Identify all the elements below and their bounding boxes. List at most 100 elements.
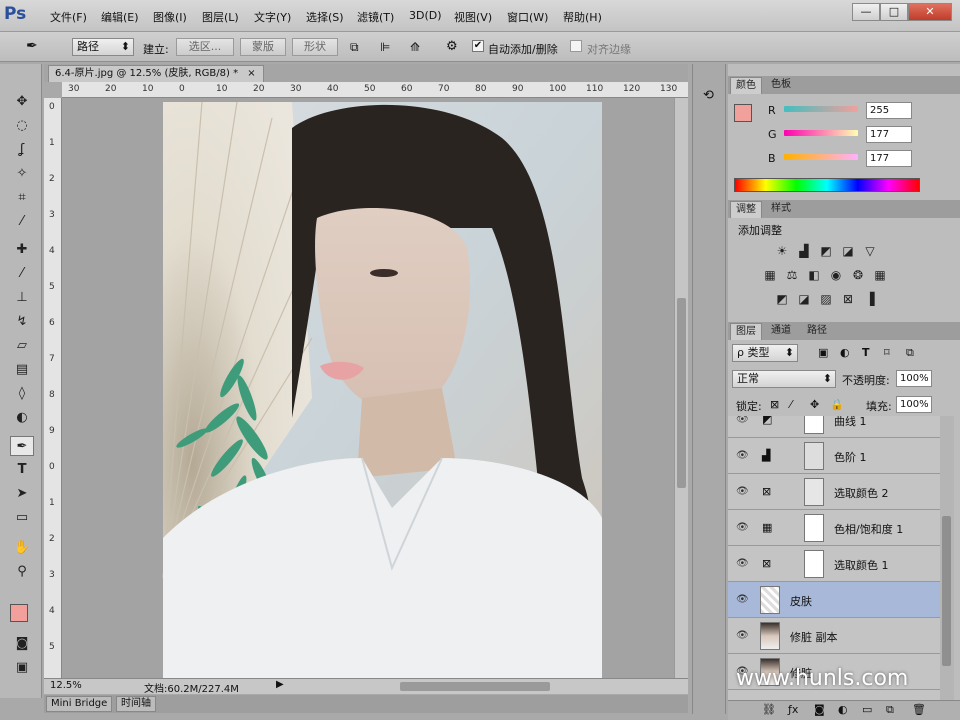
- add-layer-style-icon[interactable]: ƒx: [788, 703, 798, 716]
- tab-swatches[interactable]: 色板: [766, 77, 796, 94]
- selective-color-icon[interactable]: ⊠: [840, 292, 856, 306]
- new-group-icon[interactable]: ▭: [862, 703, 872, 716]
- close-button[interactable]: ✕: [908, 3, 952, 21]
- tab-mini-bridge[interactable]: Mini Bridge: [46, 696, 113, 712]
- tab-paths[interactable]: 路径: [802, 323, 832, 340]
- menu-file[interactable]: 文件(F): [50, 9, 87, 25]
- rectangle-tool-icon[interactable]: ▭: [10, 508, 34, 528]
- document-tab[interactable]: 6.4-原片.jpg @ 12.5% (皮肤, RGB/8) * ×: [48, 65, 264, 82]
- lock-transparent-icon[interactable]: ⊠: [770, 398, 779, 411]
- tab-color[interactable]: 颜色: [730, 77, 762, 94]
- pen-mode-select[interactable]: 路径 ⬍: [72, 38, 134, 56]
- gradient-map-icon[interactable]: ▐: [862, 292, 878, 306]
- r-slider[interactable]: [784, 106, 858, 112]
- g-slider[interactable]: [784, 130, 858, 136]
- clone-stamp-tool-icon[interactable]: ⊥: [10, 288, 34, 308]
- visibility-eye-icon[interactable]: 👁: [736, 594, 749, 605]
- crop-tool-icon[interactable]: ⌗: [10, 188, 34, 208]
- move-tool-icon[interactable]: ✥: [10, 92, 34, 112]
- link-layers-icon[interactable]: ⛓: [762, 703, 776, 716]
- blend-mode-select[interactable]: 正常 ⬍: [732, 370, 836, 388]
- layer-row[interactable]: 👁 ▟ 色阶 1: [728, 438, 940, 474]
- gradient-tool-icon[interactable]: ▤: [10, 360, 34, 380]
- zoom-level[interactable]: 12.5%: [50, 680, 82, 691]
- visibility-eye-icon[interactable]: 👁: [736, 416, 749, 425]
- foreground-color-swatch[interactable]: [734, 104, 752, 122]
- menu-image[interactable]: 图像(I): [153, 9, 187, 25]
- filter-type-icon[interactable]: T: [862, 346, 870, 359]
- exposure-icon[interactable]: ◪: [840, 244, 856, 258]
- filter-smart-object-icon[interactable]: ⧉: [906, 346, 914, 360]
- eraser-tool-icon[interactable]: ▱: [10, 336, 34, 356]
- close-tab-icon[interactable]: ×: [247, 68, 255, 79]
- make-shape-button[interactable]: 形状: [292, 38, 338, 56]
- gear-icon[interactable]: ⚙: [446, 39, 458, 54]
- menu-type[interactable]: 文字(Y): [254, 9, 291, 25]
- menu-filter[interactable]: 滤镜(T): [357, 9, 394, 25]
- invert-icon[interactable]: ◩: [774, 292, 790, 306]
- layer-filter-select[interactable]: ρ 类型 ⬍: [732, 344, 798, 362]
- threshold-icon[interactable]: ▨: [818, 292, 834, 306]
- make-mask-button[interactable]: 蒙版: [240, 38, 286, 56]
- lock-image-icon[interactable]: ⁄: [790, 398, 792, 411]
- layers-scrollbar[interactable]: [940, 416, 954, 700]
- new-layer-icon[interactable]: ⧉: [886, 703, 894, 717]
- visibility-eye-icon[interactable]: 👁: [736, 450, 749, 461]
- layer-row[interactable]: 👁 修脏 副本: [728, 618, 940, 654]
- path-operations-icon[interactable]: ⧉: [350, 40, 359, 55]
- vibrance-icon[interactable]: ▽: [862, 244, 878, 258]
- levels-icon[interactable]: ▟: [796, 244, 812, 258]
- layer-row[interactable]: 👁 ⊠ 选取颜色 1: [728, 546, 940, 582]
- tab-adjustments[interactable]: 调整: [730, 201, 762, 218]
- history-panel-icon[interactable]: ⟲: [703, 88, 714, 103]
- r-value-input[interactable]: 255: [866, 102, 912, 119]
- visibility-eye-icon[interactable]: 👁: [736, 522, 749, 533]
- visibility-eye-icon[interactable]: 👁: [736, 486, 749, 497]
- g-value-input[interactable]: 177: [866, 126, 912, 143]
- photo-filter-icon[interactable]: ◉: [828, 268, 844, 282]
- menu-3d[interactable]: 3D(D): [409, 9, 442, 22]
- delete-layer-icon[interactable]: 🗑: [912, 703, 926, 716]
- pen-tool-icon[interactable]: ✒: [10, 436, 34, 456]
- layer-row[interactable]: 👁 ▦ 色相/饱和度 1: [728, 510, 940, 546]
- tab-styles[interactable]: 样式: [766, 201, 796, 218]
- minimize-button[interactable]: —: [852, 3, 880, 21]
- filter-pixel-icon[interactable]: ▣: [818, 346, 828, 359]
- healing-brush-tool-icon[interactable]: ✚: [10, 240, 34, 260]
- blur-tool-icon[interactable]: ◊: [10, 384, 34, 404]
- tab-layers[interactable]: 图层: [730, 323, 762, 340]
- filter-shape-icon[interactable]: ⌑: [884, 346, 890, 359]
- fill-input[interactable]: 100%: [896, 396, 932, 413]
- quick-selection-tool-icon[interactable]: ✧: [10, 164, 34, 184]
- dodge-tool-icon[interactable]: ◐: [10, 408, 34, 428]
- marquee-tool-icon[interactable]: ◌: [10, 116, 34, 136]
- vertical-scrollbar[interactable]: [674, 98, 688, 678]
- vertical-scroll-thumb[interactable]: [677, 298, 686, 488]
- visibility-eye-icon[interactable]: 👁: [736, 630, 749, 641]
- filter-adjustment-icon[interactable]: ◐: [840, 346, 850, 359]
- layer-row[interactable]: 👁 ⊠ 选取颜色 2: [728, 474, 940, 510]
- b-slider[interactable]: [784, 154, 858, 160]
- color-balance-icon[interactable]: ⚖: [784, 268, 800, 282]
- auto-add-delete-checkbox[interactable]: ✔: [472, 40, 484, 52]
- color-lookup-icon[interactable]: ▦: [872, 268, 888, 282]
- zoom-tool-icon[interactable]: ⚲: [10, 562, 34, 582]
- opacity-input[interactable]: 100%: [896, 370, 932, 387]
- screen-mode-icon[interactable]: ▣: [10, 658, 34, 678]
- b-value-input[interactable]: 177: [866, 150, 912, 167]
- channel-mixer-icon[interactable]: ❂: [850, 268, 866, 282]
- layer-row-selected[interactable]: 👁 皮肤: [728, 582, 940, 618]
- history-brush-tool-icon[interactable]: ↯: [10, 312, 34, 332]
- path-selection-tool-icon[interactable]: ➤: [10, 484, 34, 504]
- path-alignment-icon[interactable]: ⊫: [380, 40, 390, 54]
- layer-row[interactable]: 👁 ◩ 曲线 1: [728, 416, 940, 438]
- make-selection-button[interactable]: 选区...: [176, 38, 234, 56]
- status-menu-icon[interactable]: ▶: [276, 679, 284, 690]
- menu-view[interactable]: 视图(V): [454, 9, 492, 25]
- horizontal-scroll-thumb[interactable]: [400, 682, 550, 691]
- lock-all-icon[interactable]: 🔒: [830, 398, 844, 411]
- hand-tool-icon[interactable]: ✋: [10, 538, 34, 558]
- posterize-icon[interactable]: ◪: [796, 292, 812, 306]
- maximize-button[interactable]: □: [880, 3, 908, 21]
- path-arrangement-icon[interactable]: ⟰: [410, 40, 420, 54]
